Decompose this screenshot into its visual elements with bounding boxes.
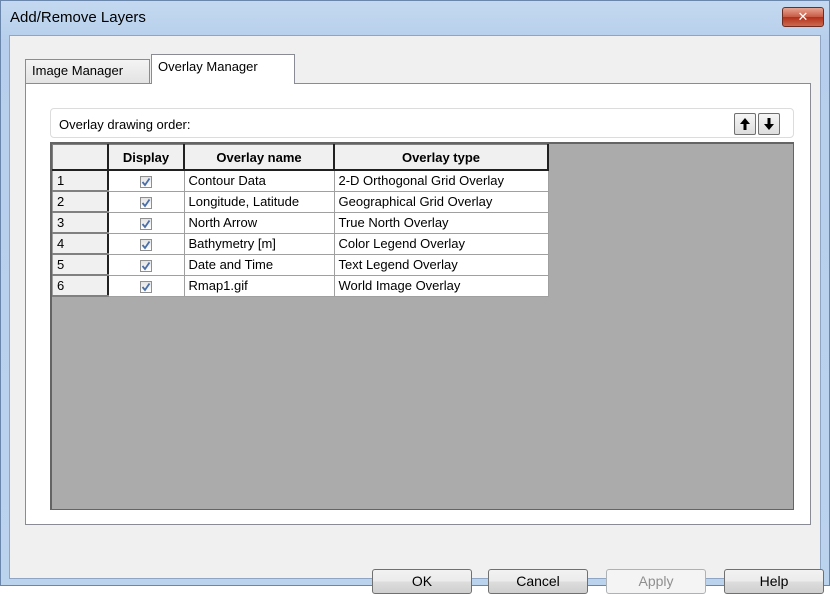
cancel-button[interactable]: Cancel <box>488 569 588 594</box>
column-header-overlay-name[interactable]: Overlay name <box>183 144 335 171</box>
checkmark-icon <box>142 198 151 208</box>
apply-button[interactable]: Apply <box>606 569 706 594</box>
row-number-cell[interactable]: 5 <box>52 253 109 276</box>
display-cell <box>107 232 185 255</box>
overlay-table: Display Overlay name Overlay type 1 Conto… <box>52 144 549 297</box>
ok-button[interactable]: OK <box>372 569 472 594</box>
ok-label: OK <box>411 573 433 589</box>
tab-label: Image Manager <box>32 63 124 78</box>
table-row[interactable]: 4 Bathymetry [m] Color Legend Overlay <box>52 232 549 255</box>
row-number-cell[interactable]: 2 <box>52 190 109 213</box>
move-up-button[interactable] <box>734 113 756 135</box>
window-title: Add/Remove Layers <box>10 9 146 26</box>
table-row[interactable]: 5 Date and Time Text Legend Overlay <box>52 253 549 276</box>
overlay-name-cell[interactable]: Date and Time <box>183 253 335 276</box>
tab-image-manager[interactable]: Image Manager <box>25 59 150 83</box>
display-checkbox[interactable] <box>140 259 153 272</box>
table-row[interactable]: 1 Contour Data 2-D Orthogonal Grid Overlay <box>52 169 549 192</box>
overlay-type-cell[interactable]: Text Legend Overlay <box>333 253 549 276</box>
close-icon: ✕ <box>797 9 809 24</box>
display-cell <box>107 169 185 192</box>
display-cell <box>107 190 185 213</box>
help-button[interactable]: Help <box>724 569 824 594</box>
overlay-grid[interactable]: Display Overlay name Overlay type 1 Conto… <box>50 142 794 510</box>
cancel-label: Cancel <box>516 573 560 589</box>
row-number-cell[interactable]: 6 <box>52 274 109 297</box>
display-cell <box>107 274 185 297</box>
dialog-client-area: Image Manager Overlay Manager Overlay dr… <box>9 35 824 594</box>
close-button[interactable]: ✕ <box>782 7 824 27</box>
move-down-button[interactable] <box>758 113 780 135</box>
overlay-type-cell[interactable]: 2-D Orthogonal Grid Overlay <box>333 169 549 192</box>
display-cell <box>107 253 185 276</box>
table-row[interactable]: 2 Longitude, Latitude Geographical Grid Ov… <box>52 190 549 213</box>
display-checkbox[interactable] <box>140 238 153 251</box>
help-label: Help <box>759 573 789 589</box>
display-cell <box>107 211 185 234</box>
title-bar[interactable]: Add/Remove Layers ✕ <box>1 1 829 35</box>
apply-label: Apply <box>638 573 674 589</box>
display-checkbox[interactable] <box>140 280 153 293</box>
overlay-name-cell[interactable]: Rmap1.gif <box>183 274 335 297</box>
column-header-display[interactable]: Display <box>107 144 185 171</box>
tab-label: Overlay Manager <box>158 59 258 74</box>
display-checkbox[interactable] <box>140 175 153 188</box>
checkmark-icon <box>142 219 151 229</box>
checkmark-icon <box>142 177 151 187</box>
overlay-name-cell[interactable]: Contour Data <box>183 169 335 192</box>
display-checkbox[interactable] <box>140 196 153 209</box>
row-number-cell[interactable]: 3 <box>52 211 109 234</box>
overlay-order-label: Overlay drawing order: <box>59 117 191 132</box>
overlay-order-toolbar: Overlay drawing order: <box>50 108 794 138</box>
arrow-up-icon <box>740 118 750 130</box>
table-row[interactable]: 3 North Arrow True North Overlay <box>52 211 549 234</box>
overlay-name-cell[interactable]: North Arrow <box>183 211 335 234</box>
table-row[interactable]: 6 Rmap1.gif World Image Overlay <box>52 274 549 297</box>
checkmark-icon <box>142 240 151 250</box>
row-number-cell[interactable]: 4 <box>52 232 109 255</box>
overlay-manager-panel: Overlay drawing order: Display Overlay n… <box>25 83 811 525</box>
add-remove-layers-dialog: Add/Remove Layers ✕ Image Manager Overla… <box>0 0 830 594</box>
overlay-type-cell[interactable]: True North Overlay <box>333 211 549 234</box>
column-header-overlay-type[interactable]: Overlay type <box>333 144 549 171</box>
overlay-name-cell[interactable]: Longitude, Latitude <box>183 190 335 213</box>
display-checkbox[interactable] <box>140 217 153 230</box>
row-number-cell[interactable]: 1 <box>52 169 109 192</box>
table-header-row: Display Overlay name Overlay type <box>52 144 549 171</box>
overlay-type-cell[interactable]: Geographical Grid Overlay <box>333 190 549 213</box>
checkmark-icon <box>142 261 151 271</box>
tab-overlay-manager[interactable]: Overlay Manager <box>151 54 295 84</box>
checkmark-icon <box>142 282 151 292</box>
arrow-down-icon <box>764 118 774 130</box>
overlay-type-cell[interactable]: Color Legend Overlay <box>333 232 549 255</box>
column-header-row-number[interactable] <box>52 144 109 171</box>
overlay-type-cell[interactable]: World Image Overlay <box>333 274 549 297</box>
overlay-name-cell[interactable]: Bathymetry [m] <box>183 232 335 255</box>
